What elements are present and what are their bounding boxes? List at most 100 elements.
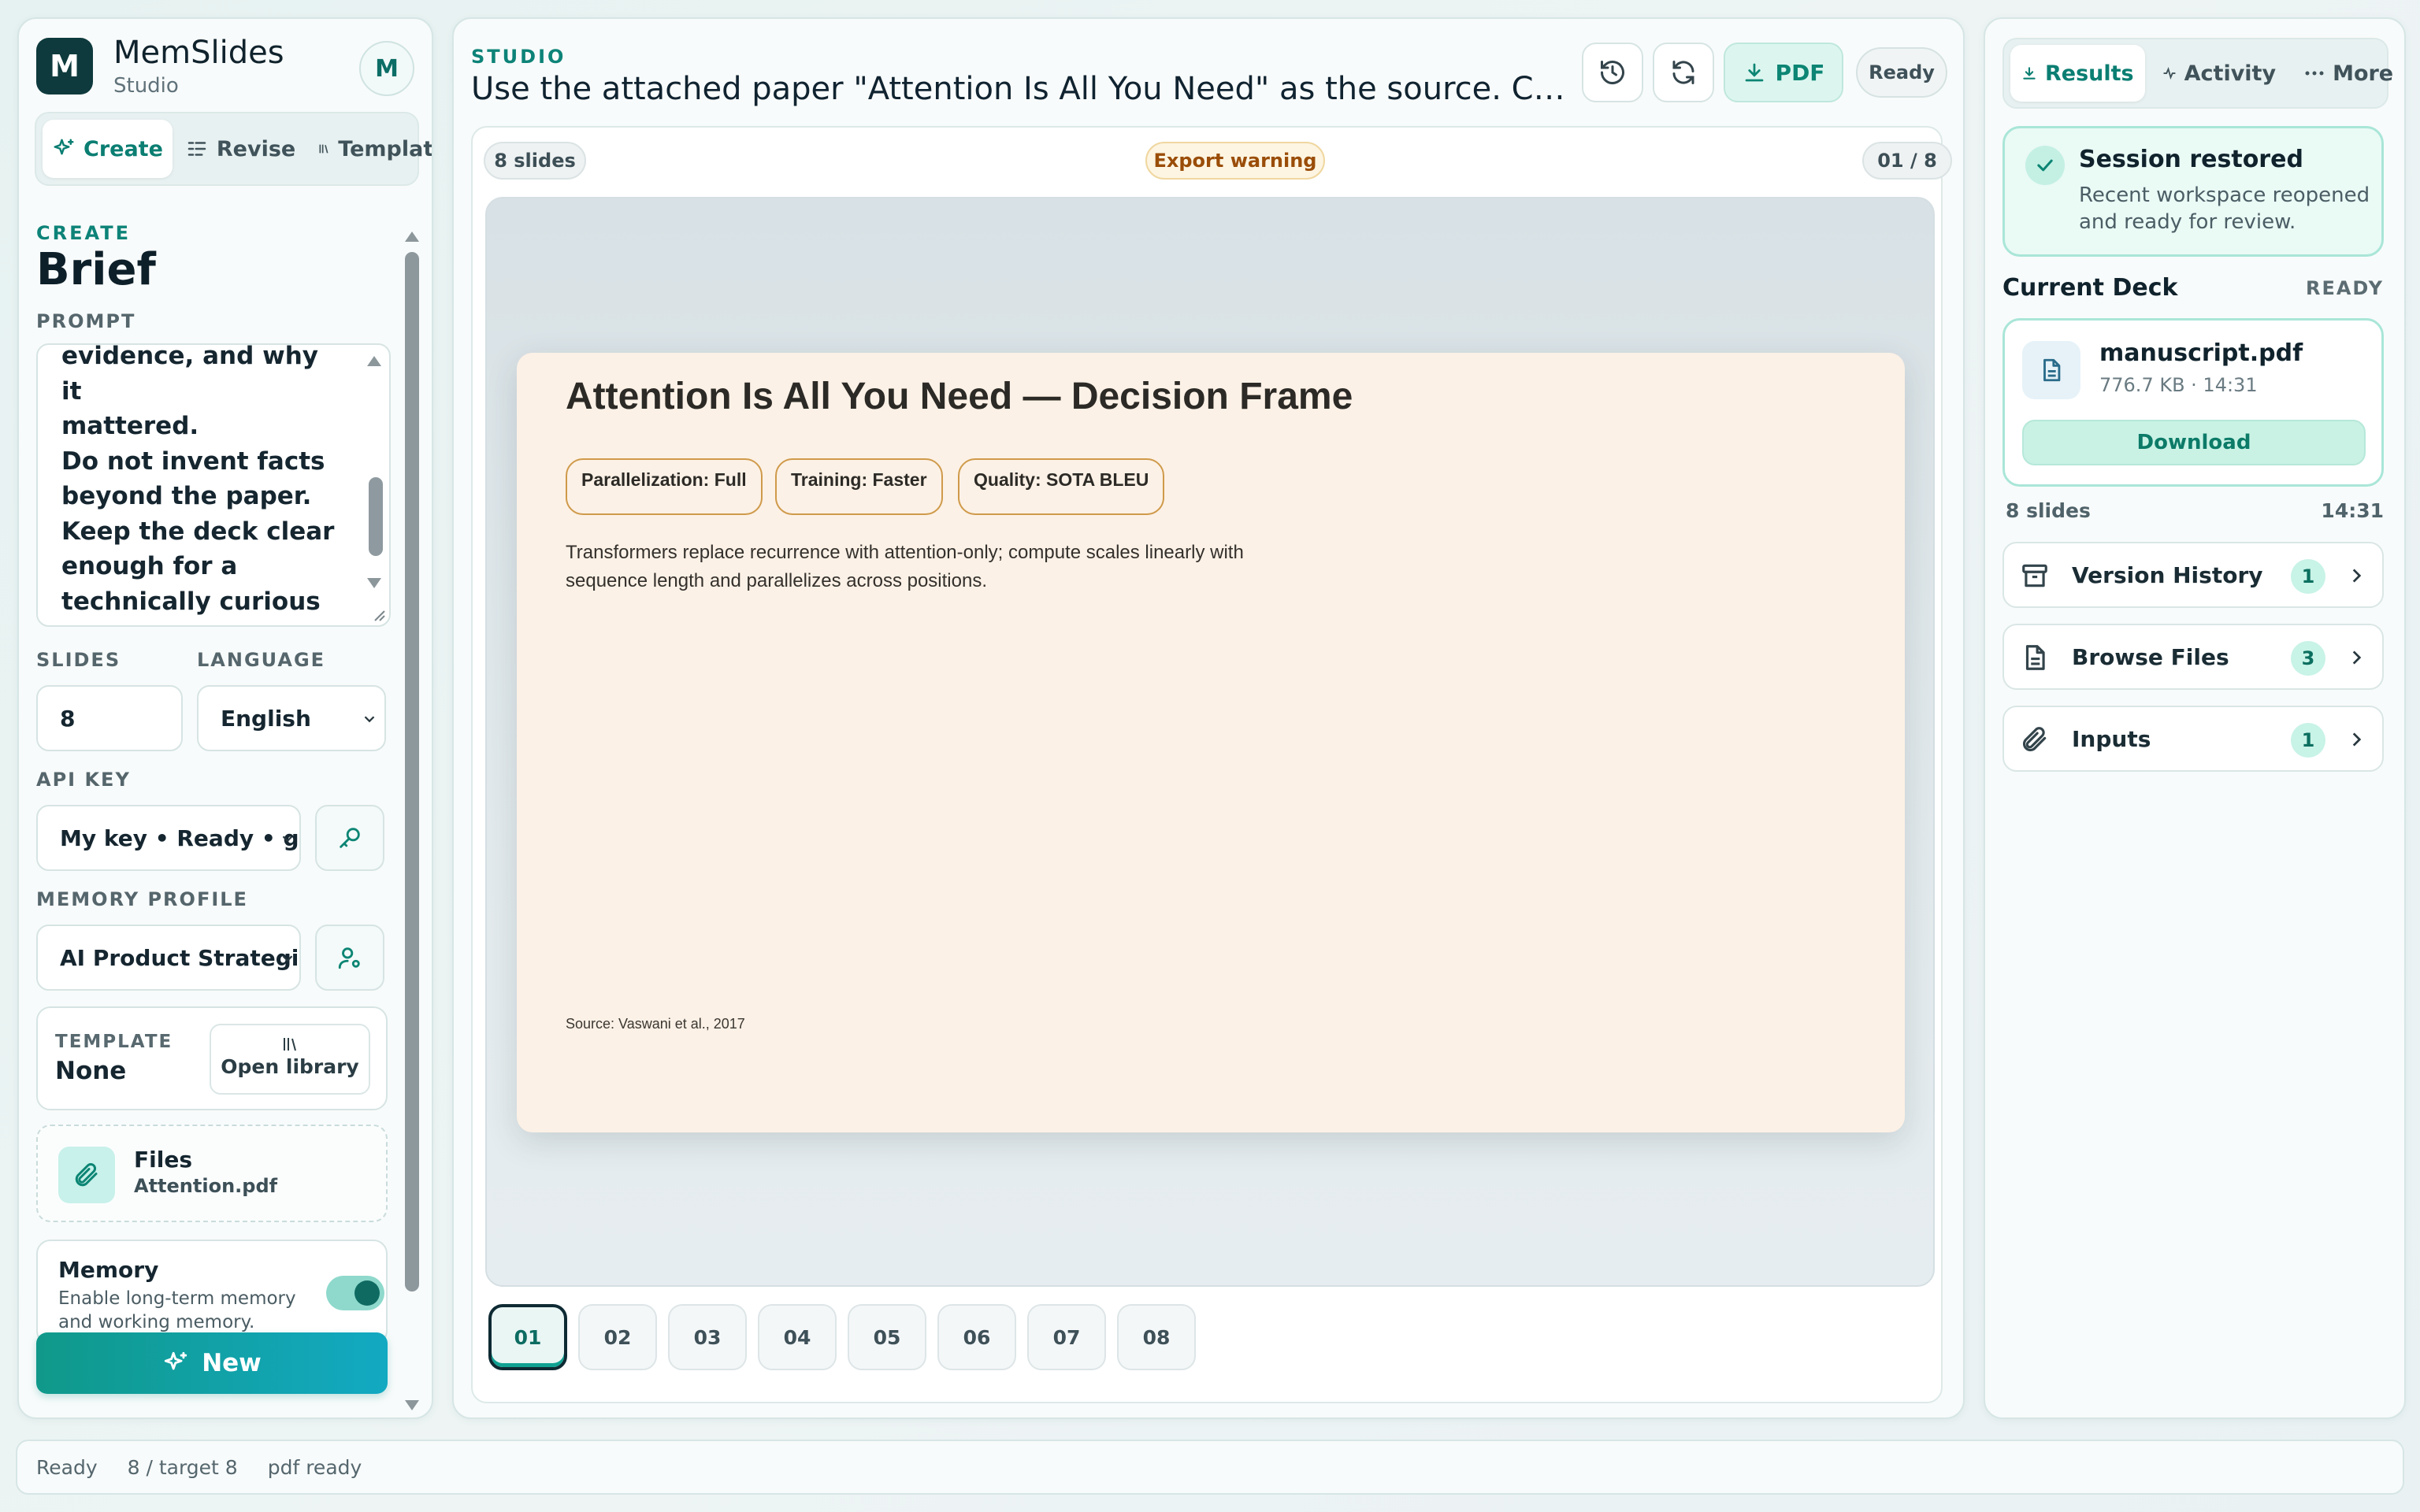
refresh-icon [1672,61,1694,84]
library-icon [284,1038,296,1051]
current-deck-status: READY [2305,277,2384,299]
chevron-down-icon [282,836,293,843]
download-icon [1745,63,1763,82]
scroll-down-arrow-icon[interactable] [405,1400,419,1410]
scroll-up-arrow-icon[interactable] [367,356,381,366]
user-settings-icon [338,947,360,969]
tab-more[interactable]: More [2293,45,2404,102]
slide-chip: Quality: SOTA BLEU [958,458,1165,515]
slide-canvas: Attention Is All You Need — Decision Fra… [485,197,1935,1287]
slide-thumbnail[interactable]: 04 [758,1304,837,1370]
session-restored-card: Session restored Recent workspace reopen… [2002,126,2384,257]
tab-activity-label: Activity [2184,61,2277,86]
download-button[interactable]: Download [2022,420,2366,465]
memory-profile-label: MEMORY PROFILE [36,888,248,910]
language-label: LANGUAGE [197,649,326,671]
status-badge: Ready [1856,47,1947,98]
tab-more-label: More [2333,61,2394,86]
export-warning-badge[interactable]: Export warning [1145,142,1325,180]
slide-thumbnail[interactable]: 06 [937,1304,1016,1370]
template-box: TEMPLATE None Open library [36,1006,388,1110]
prompt-scrollbar[interactable] [358,345,389,625]
prompt-textarea[interactable]: evidence, and why it mattered. Do not in… [36,343,391,627]
memory-toggle[interactable] [326,1276,384,1310]
open-library-label: Open library [221,1055,359,1078]
slide-thumbnail[interactable]: 05 [848,1304,926,1370]
browse-files-row[interactable]: Browse Files 3 [2002,624,2384,690]
left-scroll-thumb[interactable] [405,252,419,1292]
tab-activity[interactable]: Activity [2151,45,2287,102]
file-icon [2025,645,2045,670]
app-subtitle: Studio [113,74,179,98]
memory-profile-button[interactable] [315,925,384,991]
new-button[interactable]: New [36,1332,388,1394]
deck-file-name: manuscript.pdf [2099,339,2303,367]
slide-title: Attention Is All You Need — Decision Fra… [566,376,1353,417]
archive-icon [2022,564,2047,587]
pdf-label: PDF [1775,59,1825,86]
slide-thumbnails: 01 02 03 04 05 06 07 08 [488,1304,1196,1370]
download-icon [2023,67,2036,80]
user-avatar[interactable]: M [359,41,414,96]
version-history-row[interactable]: Version History 1 [2002,542,2384,608]
studio-eyebrow: STUDIO [471,46,566,68]
memory-profile-select[interactable]: AI Product Strategist [36,925,301,991]
slide-preview[interactable]: Attention Is All You Need — Decision Fra… [517,353,1905,1132]
template-value: None [55,1057,127,1085]
left-scrollbar[interactable] [403,208,421,1418]
slide-thumbnail[interactable]: 02 [578,1304,657,1370]
deck-timestamp: 14:31 [2321,499,2384,522]
slide-thumbnail[interactable]: 03 [668,1304,747,1370]
pdf-download-button[interactable]: PDF [1724,43,1843,102]
chevron-right-icon [2352,650,2362,665]
api-key-value: My key • Ready • gpt- [60,825,299,851]
status-state: Ready [36,1455,98,1479]
slide-thumbnail[interactable]: 08 [1117,1304,1196,1370]
slides-count-value: 8 [60,705,76,732]
history-button[interactable] [1582,43,1643,102]
attached-file-name: Attention.pdf [134,1175,278,1197]
prompt-scroll-thumb[interactable] [369,477,383,556]
app-logo: M [36,38,93,94]
browse-files-label: Browse Files [2072,644,2229,670]
inputs-row[interactable]: Inputs 1 [2002,706,2384,772]
regenerate-button[interactable] [1653,43,1714,102]
files-title: Files [134,1147,192,1173]
page-indicator: 01 / 8 [1862,142,1952,180]
count-badge: 3 [2291,641,2325,676]
deck-file-meta: 776.7 KB · 14:31 [2099,374,2258,396]
open-library-button[interactable]: Open library [210,1024,370,1095]
deck-slide-count: 8 slides [2006,499,2091,522]
files-dropzone[interactable]: Files Attention.pdf [36,1125,388,1222]
tab-revise[interactable]: Revise [176,120,305,178]
history-icon [1601,61,1624,85]
brief-heading: Brief [36,244,156,295]
slides-count-input[interactable]: 8 [36,685,183,751]
slide-thumbnail[interactable]: 07 [1027,1304,1106,1370]
prompt-label: PROMPT [36,310,136,332]
studio-panel: STUDIO Use the attached paper "Attention… [452,17,1965,1419]
tab-results[interactable]: Results [2010,45,2145,102]
api-key-button[interactable] [315,805,384,871]
language-select[interactable]: English [197,685,386,751]
tab-template[interactable]: Template [308,120,432,178]
session-title: Session restored [2079,146,2303,173]
status-export: pdf ready [267,1455,362,1479]
api-key-label: API KEY [36,769,131,791]
resize-handle-icon[interactable] [370,606,386,622]
prompt-text: evidence, and why it mattered. Do not in… [61,343,335,625]
activity-icon [2162,66,2176,80]
scroll-up-arrow-icon[interactable] [405,232,419,242]
mode-tabs: Create Revise Template [35,112,432,186]
chevron-down-icon [282,955,293,962]
slide-thumbnail[interactable]: 01 [488,1304,567,1370]
sparkles-icon [165,1351,187,1370]
tab-results-label: Results [2045,61,2134,86]
document-icon [2022,341,2080,399]
api-key-select[interactable]: My key • Ready • gpt- [36,805,301,871]
tab-create[interactable]: Create [43,120,173,178]
language-value: English [221,705,311,732]
sparkles-icon [52,137,76,161]
scroll-down-arrow-icon[interactable] [367,578,381,588]
slide-count-badge: 8 slides [484,142,586,180]
